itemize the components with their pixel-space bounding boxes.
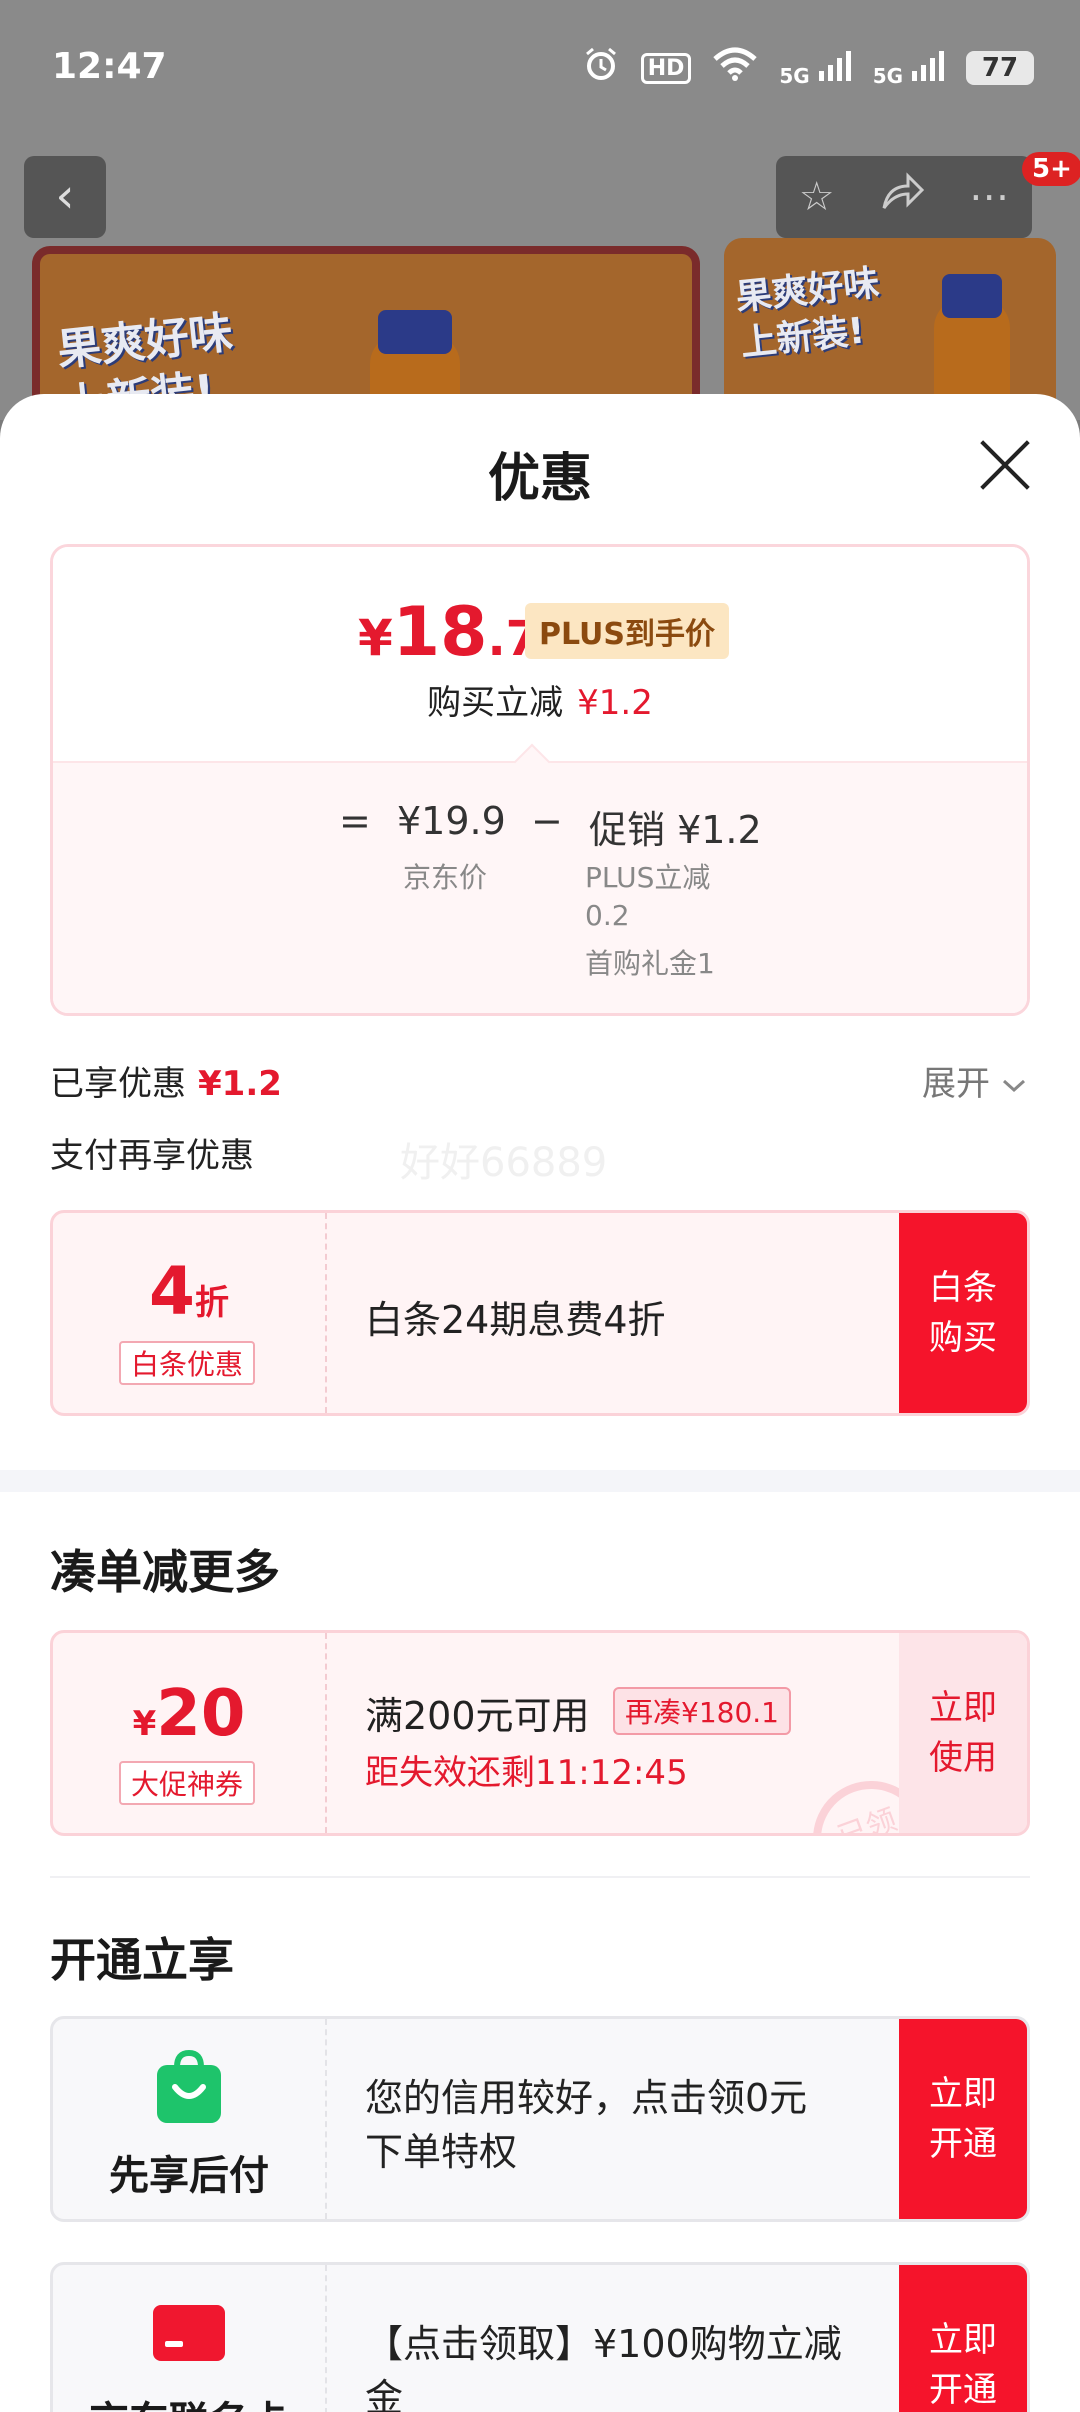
price-integer: 18	[392, 593, 488, 672]
top-actions: ☆ ⋯	[776, 156, 1032, 238]
status-time: 12:47	[52, 46, 167, 87]
coupon-amount-block: ¥20 大促神券	[53, 1633, 325, 1833]
instant-reduce: 购买立减 ¥1.2	[53, 675, 1027, 724]
hd-icon: HD	[640, 52, 692, 84]
section-divider	[0, 1470, 1080, 1492]
action-line: 开通	[929, 2124, 997, 2164]
coupon-tag: 大促神券	[119, 1761, 256, 1805]
coupon-divider	[325, 1213, 327, 1413]
discount-unit: 折	[194, 1283, 229, 1323]
pay-later-offer: 先享后付 您的信用较好，点击领0元 下单特权 立即 开通	[50, 2016, 1030, 2222]
promo-amount: 促销 ¥1.2	[589, 808, 762, 852]
enjoyed-value: ¥1.2	[198, 1064, 282, 1104]
bundle-coupon: ¥20 大促神券 满200元可用 再凑¥180.1 距失效还剩11:12:45 …	[50, 1630, 1030, 1836]
credit-card-icon	[153, 2305, 225, 2361]
baitiao-tag: 白条优惠	[119, 1341, 256, 1385]
battery-icon: 77	[966, 51, 1034, 85]
open-now-button[interactable]: 立即 开通	[899, 2265, 1027, 2412]
enjoyed-discount: 已享优惠 ¥1.2	[50, 1056, 282, 1105]
promo-detail-plus: PLUS立减	[585, 861, 711, 894]
5g-signal-icon: 5G	[779, 49, 851, 88]
chevron-left-icon: ‹	[55, 168, 75, 224]
action-line: 购买	[929, 1318, 997, 1358]
baitiao-buy-button[interactable]: 白条 购买	[899, 1213, 1027, 1413]
shopping-bag-icon	[157, 2049, 221, 2123]
offer-text-line2: 下单特权	[365, 2130, 518, 2174]
service-name: 先享后付	[109, 2153, 269, 2199]
sheet-title: 优惠	[487, 449, 592, 509]
status-bar: 12:47 HD 5G 5G 77	[0, 0, 1080, 140]
discount-sheet: 优惠 ¥18.7 PLUS到手价 购买立减 ¥1.2 = ¥19.9 − 促销 ¥…	[0, 394, 1080, 2412]
minus-sign: −	[531, 799, 563, 843]
price-summary: ¥18.7 PLUS到手价 购买立减 ¥1.2	[53, 547, 1027, 761]
back-button[interactable]: ‹	[24, 156, 106, 238]
co-brand-card-offer: 京东联名卡 【点击领取】¥100购物立减 金 立即 开通	[50, 2262, 1030, 2412]
baitiao-discount-block: 4折 白条优惠	[53, 1213, 325, 1413]
add-more-tag: 再凑¥180.1	[613, 1687, 791, 1735]
coupon-divider	[325, 1633, 327, 1833]
action-line: 开通	[929, 2370, 997, 2410]
banner-slogan-small: 果爽好味 上新装!	[734, 261, 887, 368]
action-line: 立即	[929, 1688, 997, 1728]
coupon-currency: ¥	[132, 1704, 157, 1744]
notification-badge: 5+	[1022, 152, 1080, 186]
enjoyed-label: 已享优惠	[50, 1064, 186, 1104]
close-icon[interactable]	[976, 436, 1034, 494]
coupon-condition: 满200元可用	[365, 1694, 590, 1738]
expand-button[interactable]: 展开	[922, 1056, 1027, 1105]
promo-detail-plus-value: 0.2	[585, 899, 630, 932]
share-icon[interactable]	[880, 172, 925, 222]
coupon-countdown: 距失效还剩11:12:45	[365, 1753, 688, 1793]
baitiao-offer: 4折 白条优惠 白条24期息费4折 白条 购买	[50, 1210, 1030, 1416]
bottle-cap	[378, 310, 452, 354]
pay-later-service: 先享后付	[53, 2019, 325, 2219]
action-line: 使用	[929, 1738, 997, 1778]
promo-detail-first-gift: 首购礼金1	[585, 947, 715, 980]
action-line: 立即	[929, 2320, 997, 2360]
watermark: 好好66889	[400, 1140, 608, 1186]
offer-text-line2: 金	[365, 2376, 404, 2412]
reduce-label: 购买立减	[427, 683, 564, 723]
discount-number: 4	[149, 1253, 195, 1330]
jd-price: ¥19.9	[397, 799, 506, 843]
baitiao-text: 白条24期息费4折	[365, 1298, 666, 1342]
reduce-value: ¥1.2	[577, 683, 653, 723]
equals-sign: =	[339, 799, 371, 843]
wifi-icon	[713, 47, 758, 89]
offer-text-line1: 【点击领取】¥100购物立减	[365, 2322, 842, 2366]
price-breakdown-card: ¥18.7 PLUS到手价 购买立减 ¥1.2 = ¥19.9 − 促销 ¥1.2…	[50, 544, 1030, 1016]
bottle-cap	[942, 274, 1002, 318]
more-icon[interactable]: ⋯	[969, 174, 1009, 220]
action-line: 立即	[929, 2074, 997, 2114]
network-label: 5G	[779, 63, 810, 88]
discount-rate: 4折	[53, 1253, 325, 1330]
final-price: ¥18.7	[358, 593, 539, 672]
currency-symbol: ¥	[358, 609, 393, 667]
expand-label: 展开	[922, 1064, 990, 1104]
coupon-value: 20	[156, 1677, 246, 1751]
offer-text-line1: 您的信用较好，点击领0元	[365, 2076, 808, 2120]
pay-more-label: 支付再享优惠	[50, 1136, 254, 1176]
plus-price-tag: PLUS到手价	[525, 603, 730, 659]
use-now-button[interactable]: 立即 使用	[899, 1633, 1027, 1833]
section-separator	[50, 1876, 1030, 1878]
network-label: 5G	[872, 63, 904, 88]
bundle-section-title: 凑单减更多	[50, 1545, 280, 1599]
coupon-amount: ¥20	[53, 1677, 325, 1751]
open-enjoy-title: 开通立享	[50, 1933, 234, 1987]
coupon-divider	[325, 2265, 327, 2412]
star-icon[interactable]: ☆	[799, 174, 835, 220]
jd-price-label: 京东价	[403, 861, 488, 894]
status-icons: HD 5G 5G 77	[583, 46, 1034, 90]
coupon-divider	[325, 2019, 327, 2219]
open-now-button[interactable]: 立即 开通	[899, 2019, 1027, 2219]
co-brand-card-service: 京东联名卡	[53, 2265, 325, 2412]
service-name: 京东联名卡	[53, 2389, 325, 2412]
action-line: 白条	[929, 1268, 997, 1308]
chevron-down-icon	[1001, 1064, 1027, 1104]
alarm-icon	[583, 46, 619, 90]
5g-signal-icon: 5G	[873, 49, 944, 88]
